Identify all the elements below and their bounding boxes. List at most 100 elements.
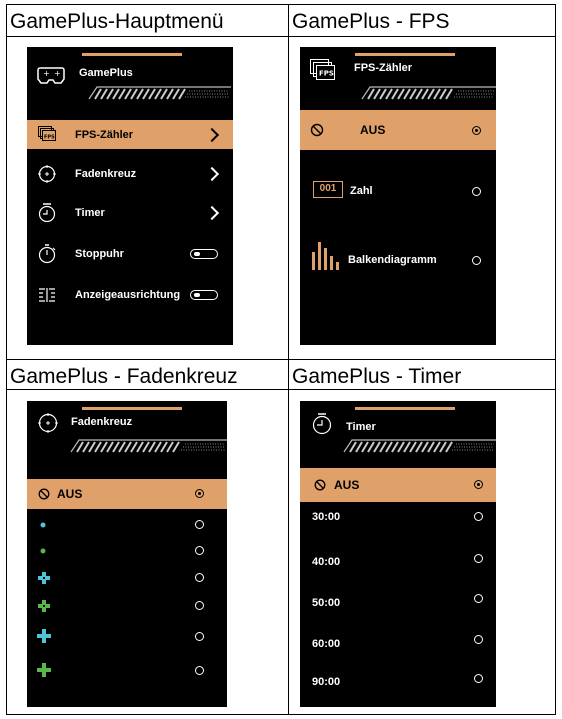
cross-green-icon <box>37 663 51 677</box>
fps-option-number[interactable]: 001 Zahl <box>300 178 496 204</box>
fps-option-bargraph[interactable]: Balkendiagramm <box>300 240 496 272</box>
crosshair-option-cross-cyan[interactable] <box>27 626 227 648</box>
option-label: AUS <box>57 487 83 501</box>
grid-divider <box>7 36 555 37</box>
fps-icon: FPS <box>38 126 56 141</box>
menu-item-label: Timer <box>75 207 105 219</box>
header-stripe <box>343 439 496 453</box>
menu-item-timer[interactable]: Timer <box>27 200 233 226</box>
off-icon <box>310 123 324 137</box>
gamepad-icon: + + <box>37 67 65 84</box>
menu-item-display-align[interactable]: Anzeigeausrichtung <box>27 282 233 308</box>
cell-title-timer: GamePlus - Timer <box>292 365 462 388</box>
panel-title: FPS-Zähler <box>354 62 413 74</box>
option-label: 60:00 <box>312 638 341 650</box>
display-align-toggle[interactable] <box>190 290 218 300</box>
menu-item-fps[interactable]: FPS FPS-Zähler <box>27 120 233 149</box>
crosshair-option-small-green[interactable] <box>27 596 227 616</box>
fps-icon-text: FPS <box>319 70 334 78</box>
svg-text:FPS: FPS <box>44 135 55 141</box>
timer-icon <box>38 203 56 223</box>
crosshair-option-dot-green[interactable] <box>27 541 227 561</box>
crosshair-option-off[interactable]: AUS <box>27 479 227 509</box>
option-label: 40:00 <box>312 556 341 568</box>
header-accent-bar <box>355 407 455 410</box>
option-label: Balkendiagramm <box>348 254 437 266</box>
option-label: Zahl <box>350 185 373 197</box>
crosshair-small-green-icon <box>38 600 50 612</box>
menu-item-label: Anzeigeausrichtung <box>75 289 181 301</box>
crosshair-option-small-cyan[interactable] <box>27 568 227 588</box>
panel-title: Timer <box>346 421 376 433</box>
gameplus-main-menu: + + GamePlus FPS FPS-Zähler Fadenkreuz T… <box>27 47 233 345</box>
radio-unselected[interactable] <box>474 635 483 644</box>
cross-cyan-icon <box>37 629 51 643</box>
radio-unselected[interactable] <box>195 573 204 582</box>
menu-item-crosshair[interactable]: Fadenkreuz <box>27 161 233 187</box>
menu-item-label: Fadenkreuz <box>75 168 137 180</box>
timer-option-90[interactable]: 90:00 <box>300 671 496 691</box>
off-icon <box>314 479 326 491</box>
header-accent-bar <box>82 53 182 56</box>
svg-text:+: + <box>54 69 61 78</box>
crosshair-small-cyan-icon <box>38 572 50 584</box>
header-stripe <box>70 439 227 453</box>
radio-unselected[interactable] <box>474 512 483 521</box>
menu-item-stopwatch[interactable]: Stoppuhr <box>27 241 233 267</box>
radio-unselected[interactable] <box>474 554 483 563</box>
gameplus-fps-menu: FPS FPS-Zähler AUS 001 Zahl Balkendiagra… <box>300 47 496 345</box>
fps-option-off[interactable]: AUS <box>300 110 496 150</box>
timer-icon <box>312 413 332 435</box>
timer-option-40[interactable]: 40:00 <box>300 549 496 569</box>
dot-cyan-icon <box>40 522 46 528</box>
panel-title: Fadenkreuz <box>71 416 133 428</box>
option-label: AUS <box>334 478 360 492</box>
radio-selected[interactable] <box>195 489 204 498</box>
cell-title-main: GamePlus-Hauptmenü <box>10 10 224 33</box>
crosshair-icon <box>38 413 58 433</box>
bar-graph-icon <box>312 242 339 270</box>
radio-unselected[interactable] <box>472 256 481 265</box>
radio-selected[interactable] <box>474 480 483 489</box>
radio-unselected[interactable] <box>474 594 483 603</box>
svg-text:+: + <box>43 69 50 78</box>
radio-unselected[interactable] <box>195 632 204 641</box>
menu-item-label: Stoppuhr <box>75 248 124 260</box>
timer-option-50[interactable]: 50:00 <box>300 590 496 610</box>
option-label: 30:00 <box>312 511 341 523</box>
chevron-right-icon <box>204 166 220 182</box>
panel-title: GamePlus <box>79 67 133 79</box>
header-accent-bar <box>355 53 455 56</box>
timer-option-off[interactable]: AUS <box>300 468 496 502</box>
header-stripe <box>361 86 496 100</box>
timer-option-60[interactable]: 60:00 <box>300 631 496 651</box>
stopwatch-toggle[interactable] <box>190 249 218 259</box>
gameplus-timer-menu: Timer AUS 30:00 40:00 50:00 60:00 90:00 <box>300 401 496 707</box>
radio-unselected[interactable] <box>195 520 204 529</box>
radio-unselected[interactable] <box>474 674 483 683</box>
radio-unselected[interactable] <box>195 601 204 610</box>
radio-unselected[interactable] <box>195 666 204 675</box>
display-align-icon <box>39 288 55 302</box>
option-label: 50:00 <box>312 597 341 609</box>
grid-divider <box>7 359 555 360</box>
menu-item-label: FPS-Zähler <box>75 128 134 141</box>
fps-icon: FPS <box>310 59 335 80</box>
crosshair-icon <box>38 165 56 183</box>
timer-option-30[interactable]: 30:00 <box>300 507 496 527</box>
stopwatch-icon <box>38 244 56 264</box>
header-stripe <box>88 86 231 100</box>
dot-green-icon <box>40 548 46 554</box>
radio-unselected[interactable] <box>472 187 481 196</box>
off-icon <box>38 488 50 500</box>
chevron-right-icon <box>204 127 220 143</box>
cell-title-fps: GamePlus - FPS <box>292 10 450 33</box>
grid-divider <box>7 389 555 390</box>
radio-unselected[interactable] <box>195 546 204 555</box>
crosshair-option-dot-cyan[interactable] <box>27 515 227 535</box>
gameplus-crosshair-menu: Fadenkreuz AUS <box>27 401 227 707</box>
cell-title-crosshair: GamePlus - Fadenkreuz <box>10 365 238 388</box>
radio-selected[interactable] <box>472 126 481 135</box>
option-label: 90:00 <box>312 676 341 688</box>
crosshair-option-cross-green[interactable] <box>27 660 227 682</box>
